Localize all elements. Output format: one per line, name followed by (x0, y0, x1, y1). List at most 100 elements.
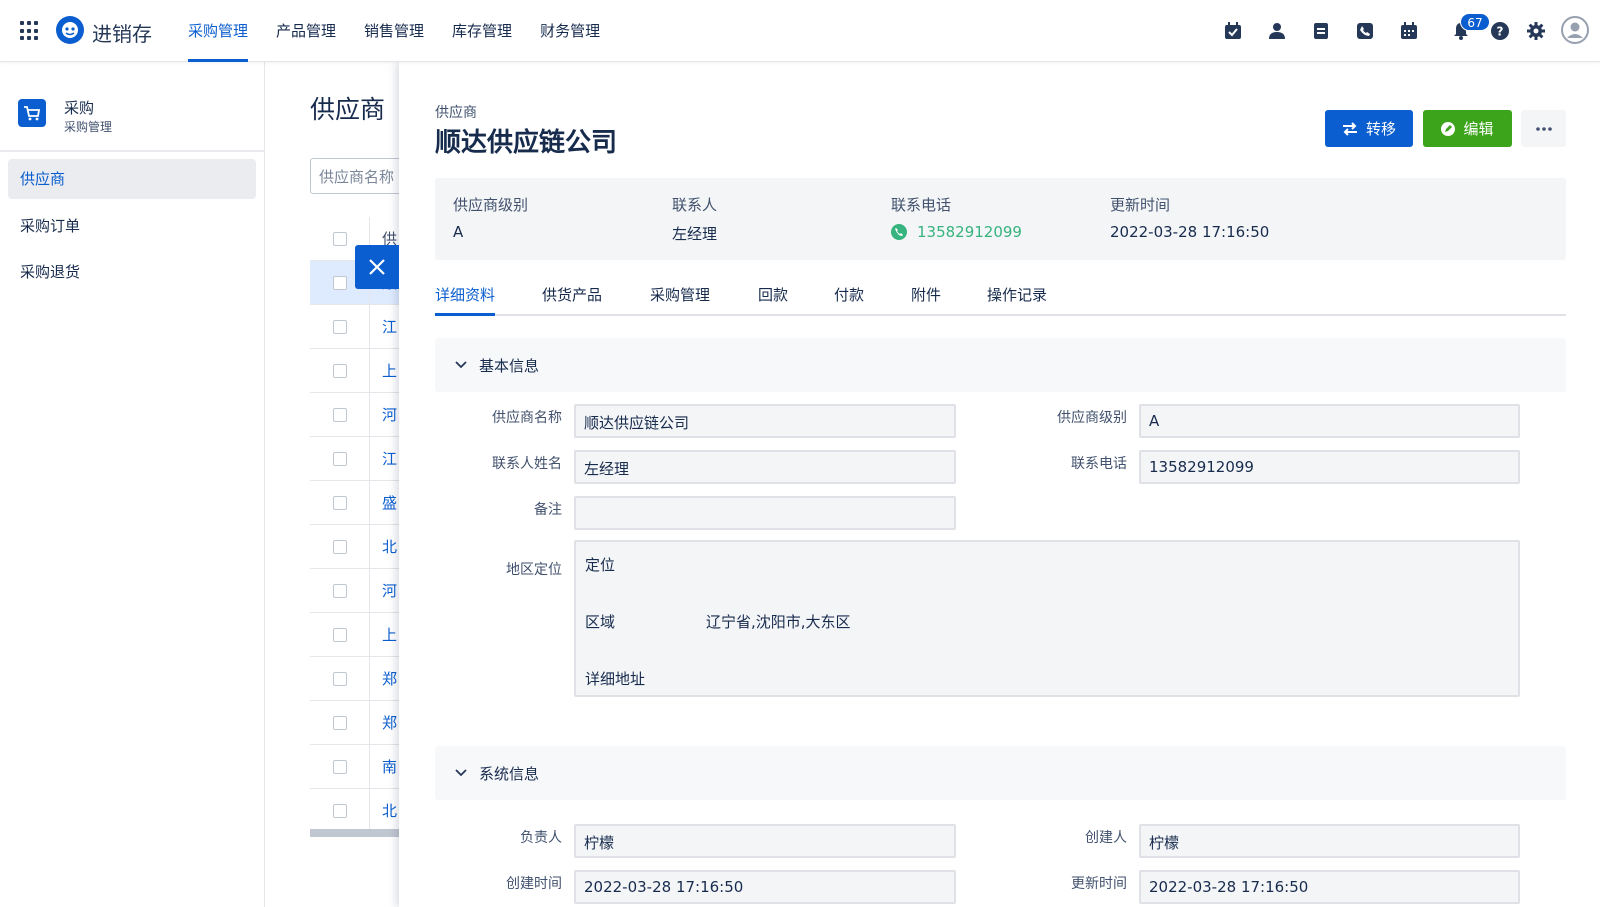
summary-phone-link[interactable]: 13582912099 (891, 223, 1022, 241)
help-icon[interactable]: ? (1488, 19, 1512, 43)
row-link[interactable]: 江 (382, 448, 397, 469)
tab-collection[interactable]: 回款 (758, 284, 788, 316)
row-link[interactable]: 上 (382, 360, 397, 381)
system-info-section-header[interactable]: 系统信息 (435, 746, 1566, 800)
creator-field[interactable]: 柠檬 (1139, 824, 1520, 858)
app-grid-icon[interactable] (20, 21, 40, 41)
nav-item-purchase[interactable]: 采购管理 (174, 0, 262, 62)
updated-time-field[interactable]: 2022-03-28 17:16:50 (1139, 870, 1520, 904)
row-checkbox[interactable] (333, 276, 347, 290)
svg-text:?: ? (1497, 25, 1504, 39)
location-box[interactable]: 定位 区域 辽宁省,沈阳市,大东区 详细地址 (574, 540, 1520, 697)
row-checkbox[interactable] (333, 408, 347, 422)
summary-level-value: A (453, 223, 464, 241)
row-checkbox[interactable] (333, 320, 347, 334)
sidebar: 采购 采购管理 供应商 采购订单 采购退货 (0, 62, 265, 907)
summary-updated: 更新时间 2022-03-28 17:16:50 (1110, 194, 1269, 241)
created-time-label: 创建时间 (506, 876, 562, 892)
list-title: 供应商 (310, 95, 386, 124)
summary-contact-label: 联系人 (672, 196, 718, 214)
creator-label: 创建人 (1085, 830, 1127, 846)
tab-supply-products[interactable]: 供货产品 (542, 284, 602, 316)
row-link[interactable]: 南 (382, 756, 397, 777)
tab-details[interactable]: 详细资料 (435, 284, 496, 316)
summary-contact: 联系人 左经理 (672, 194, 717, 244)
summary-contact-value: 左经理 (672, 225, 718, 243)
location-address-label: 详细地址 (585, 670, 646, 688)
sidebar-item-purchase-order[interactable]: 采购订单 (8, 206, 256, 246)
remark-label: 备注 (534, 502, 562, 518)
contact-name-field[interactable]: 左经理 (574, 450, 956, 484)
app-logo-icon (56, 16, 84, 44)
nav-item-inventory[interactable]: 库存管理 (438, 0, 526, 62)
tab-payment[interactable]: 付款 (834, 284, 864, 316)
calendar-check-icon[interactable] (1221, 19, 1245, 43)
transfer-button[interactable]: 转移 (1325, 110, 1413, 147)
summary-level: 供应商级别 A (453, 194, 528, 241)
owner-label: 负责人 (520, 830, 562, 846)
phone-icon[interactable] (1353, 19, 1377, 43)
row-link[interactable]: 北 (382, 800, 397, 821)
location-label: 地区定位 (506, 562, 562, 578)
sidebar-item-purchase-return[interactable]: 采购退货 (8, 252, 256, 292)
row-checkbox[interactable] (333, 496, 347, 510)
row-link[interactable]: 上 (382, 624, 397, 645)
more-actions-button[interactable] (1521, 110, 1566, 147)
summary-updated-label: 更新时间 (1110, 196, 1171, 214)
close-panel-button[interactable] (355, 245, 399, 289)
row-link[interactable]: 郑 (382, 668, 397, 689)
row-link[interactable]: 河 (382, 580, 397, 601)
top-bar: 进销存 采购管理 产品管理 销售管理 库存管理 财务管理 67 ? (0, 0, 1600, 62)
calendar-icon[interactable] (1397, 19, 1421, 43)
contact-phone-label: 联系电话 (1071, 456, 1127, 472)
row-link[interactable]: 郑 (382, 712, 397, 733)
row-link[interactable]: 北 (382, 536, 397, 557)
row-checkbox[interactable] (333, 628, 347, 642)
row-checkbox[interactable] (333, 364, 347, 378)
row-checkbox[interactable] (333, 452, 347, 466)
edit-pencil-icon (1441, 121, 1456, 136)
row-checkbox[interactable] (333, 540, 347, 554)
edit-button[interactable]: 编辑 (1423, 110, 1512, 147)
location-region-label: 区域 (585, 613, 616, 631)
summary-bar: 供应商级别 A 联系人 左经理 联系电话 13582912099 更新时间 20… (435, 178, 1566, 260)
chevron-down-icon (453, 765, 469, 781)
contact-phone-field[interactable]: 13582912099 (1139, 450, 1520, 484)
sidebar-header: 采购 采购管理 (0, 62, 265, 152)
row-link[interactable]: 河 (382, 404, 397, 425)
row-checkbox[interactable] (333, 760, 347, 774)
row-link[interactable]: 盛 (382, 492, 397, 513)
tab-purchase-management[interactable]: 采购管理 (650, 284, 710, 316)
nav-item-product[interactable]: 产品管理 (262, 0, 350, 62)
row-checkbox[interactable] (333, 672, 347, 686)
nav-item-finance[interactable]: 财务管理 (526, 0, 614, 62)
settings-gear-icon[interactable] (1524, 19, 1548, 43)
row-checkbox[interactable] (333, 804, 347, 818)
page-title: 顺达供应链公司 (435, 128, 618, 158)
supplier-level-field[interactable]: A (1139, 404, 1520, 438)
basic-info-section-header[interactable]: 基本信息 (435, 338, 1566, 392)
row-checkbox[interactable] (333, 584, 347, 598)
system-info-title: 系统信息 (479, 764, 540, 783)
sidebar-item-supplier[interactable]: 供应商 (8, 159, 256, 199)
nav-item-sales[interactable]: 销售管理 (350, 0, 438, 62)
document-icon[interactable] (1309, 19, 1333, 43)
tab-operation-log[interactable]: 操作记录 (987, 284, 1047, 316)
remark-field[interactable] (574, 496, 956, 530)
horizontal-scrollbar[interactable] (310, 829, 400, 837)
main-nav: 采购管理 产品管理 销售管理 库存管理 财务管理 (174, 0, 614, 62)
row-link[interactable]: 江 (382, 316, 397, 337)
app-title: 进销存 (92, 22, 152, 46)
created-time-field[interactable]: 2022-03-28 17:16:50 (574, 870, 956, 904)
summary-phone-label: 联系电话 (891, 196, 952, 214)
contact-name-label: 联系人姓名 (492, 456, 562, 472)
select-all-checkbox[interactable] (333, 232, 347, 246)
owner-field[interactable]: 柠檬 (574, 824, 956, 858)
avatar[interactable] (1560, 15, 1590, 45)
row-checkbox[interactable] (333, 716, 347, 730)
transfer-button-label: 转移 (1365, 120, 1396, 138)
supplier-name-field[interactable]: 顺达供应链公司 (574, 404, 956, 438)
location-position-label: 定位 (585, 556, 616, 574)
user-icon[interactable] (1265, 19, 1289, 43)
tab-attachments[interactable]: 附件 (911, 284, 941, 316)
